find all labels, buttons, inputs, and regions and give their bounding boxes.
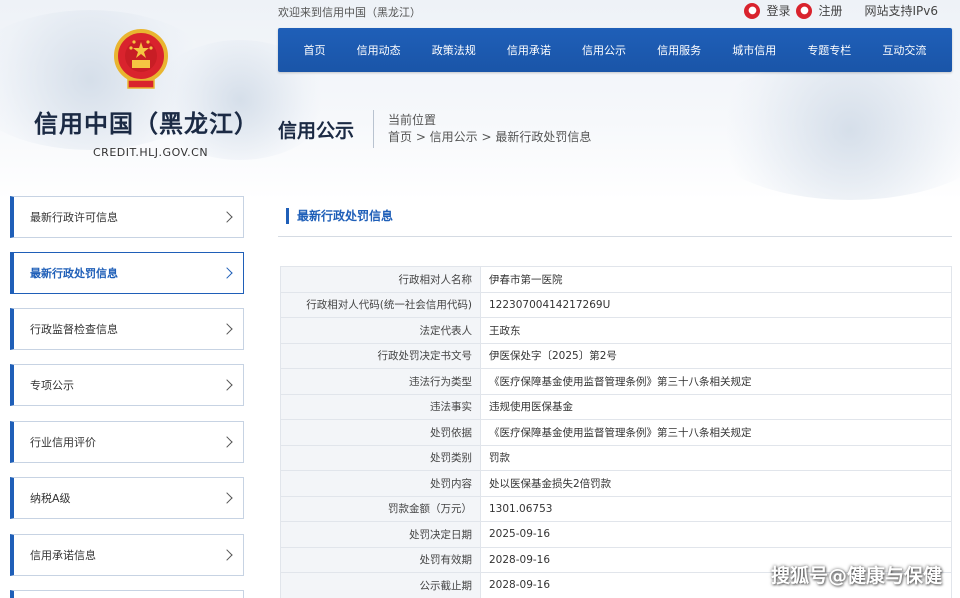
nav-item-home[interactable]: 首页: [304, 42, 326, 58]
sidebar-item-admin-license[interactable]: 最新行政许可信息: [10, 196, 244, 238]
nav-item-interaction[interactable]: 互动交流: [882, 42, 926, 58]
table-row: 处罚决定日期 2025-09-16: [280, 521, 952, 548]
section-title: 信用公示: [278, 120, 355, 142]
field-label: 处罚决定日期: [280, 521, 481, 548]
divider: [373, 110, 374, 148]
sidebar-item-label: 最新行政许可信息: [30, 211, 118, 224]
breadcrumb[interactable]: 首页 > 信用公示 > 最新行政处罚信息: [388, 128, 591, 145]
table-row: 处罚内容 处以医保基金损失2倍罚款: [280, 470, 952, 497]
table-row: 违法事实 违规使用医保基金: [280, 393, 952, 420]
table-row: 处罚依据 《医疗保障基金使用监督管理条例》第三十八条相关规定: [280, 419, 952, 446]
sidebar-item-label: 信用承诺信息: [30, 549, 96, 562]
field-value: 2025-09-16: [480, 521, 952, 548]
nav-item-city-credit[interactable]: 城市信用: [732, 42, 776, 58]
site-domain: CREDIT.HLJ.GOV.CN: [93, 146, 209, 159]
sidebar-item-label: 行业信用评价: [30, 436, 96, 449]
sidebar-item-industry-credit[interactable]: 行业信用评价: [10, 421, 244, 463]
sidebar-item-label: 最新行政处罚信息: [30, 267, 118, 280]
nav-item-policy[interactable]: 政策法规: [432, 42, 476, 58]
chevron-right-icon: [221, 211, 233, 223]
field-label: 处罚依据: [280, 419, 481, 446]
field-value: 伊春市第一医院: [480, 266, 952, 293]
divider: [278, 236, 952, 237]
sidebar-item-tax-a[interactable]: 纳税A级: [10, 477, 244, 519]
field-value: 处以医保基金损失2倍罚款: [480, 470, 952, 497]
sidebar-item-admin-penalty[interactable]: 最新行政处罚信息: [10, 252, 244, 294]
field-value: 违规使用医保基金: [480, 393, 952, 420]
table-row: 法定代表人 王政东: [280, 317, 952, 344]
field-label: 行政相对人代码(统一社会信用代码): [280, 291, 481, 318]
field-label: 罚款金额（万元）: [280, 495, 481, 522]
table-row: 行政处罚决定书文号 伊医保处字〔2025〕第2号: [280, 342, 952, 369]
field-label: 处罚内容: [280, 470, 481, 497]
field-value: 《医疗保障基金使用监督管理条例》第三十八条相关规定: [480, 419, 952, 446]
nav-item-credit-news[interactable]: 信用动态: [357, 42, 401, 58]
field-label: 公示截止期: [280, 572, 481, 598]
national-emblem-icon: [114, 29, 168, 89]
field-value: 伊医保处字〔2025〕第2号: [480, 342, 952, 369]
sidebar-item-label: 纳税A级: [30, 492, 71, 505]
sidebar-item-partial[interactable]: [10, 590, 244, 598]
login-link[interactable]: 登录: [766, 2, 790, 19]
chevron-right-icon: [221, 549, 233, 561]
position-label: 当前位置: [388, 113, 437, 127]
field-label: 处罚类别: [280, 444, 481, 471]
chevron-right-icon: [221, 436, 233, 448]
field-label: 处罚有效期: [280, 546, 481, 573]
table-row: 行政相对人代码(统一社会信用代码) 12230700414217269U: [280, 291, 952, 318]
welcome-text: 欢迎来到信用中国（黑龙江）: [278, 6, 421, 19]
field-label: 行政相对人名称: [280, 266, 481, 293]
sidebar-item-credit-commitment[interactable]: 信用承诺信息: [10, 534, 244, 576]
table-row: 行政相对人名称 伊春市第一医院: [280, 266, 952, 293]
nav-item-credit-service[interactable]: 信用服务: [657, 42, 701, 58]
sidebar-item-label: 行政监督检查信息: [30, 323, 118, 336]
table-row: 处罚类别 罚款: [280, 444, 952, 471]
nav-item-credit-commitment[interactable]: 信用承诺: [507, 42, 551, 58]
field-label: 行政处罚决定书文号: [280, 342, 481, 369]
chevron-right-icon: [221, 492, 233, 504]
field-label: 违法事实: [280, 393, 481, 420]
chevron-right-icon: [221, 323, 233, 335]
sidebar-item-supervision[interactable]: 行政监督检查信息: [10, 308, 244, 350]
table-row: 罚款金额（万元） 1301.06753: [280, 495, 952, 522]
register-link[interactable]: 注册: [818, 2, 842, 19]
sidebar-item-label: 专项公示: [30, 379, 74, 392]
field-label: 违法行为类型: [280, 368, 481, 395]
field-value: 12230700414217269U: [480, 291, 952, 318]
main-nav: 首页 信用动态 政策法规 信用承诺 信用公示 信用服务 城市信用 专题专栏 互动…: [278, 28, 952, 72]
register-icon[interactable]: ●: [796, 2, 813, 19]
field-value: 罚款: [480, 444, 952, 471]
nav-item-credit-publicity[interactable]: 信用公示: [582, 42, 626, 58]
watermark: 搜狐号@健康与保健: [770, 565, 942, 587]
chevron-right-icon: [221, 267, 233, 279]
penalty-info-table: 行政相对人名称 伊春市第一医院 行政相对人代码(统一社会信用代码) 12230700…: [280, 266, 952, 598]
field-value: 王政东: [480, 317, 952, 344]
content-title: 最新行政处罚信息: [286, 208, 393, 224]
field-value: 1301.06753: [480, 495, 952, 522]
sidebar-item-special-publicity[interactable]: 专项公示: [10, 364, 244, 406]
nav-item-special-topics[interactable]: 专题专栏: [807, 42, 851, 58]
field-label: 法定代表人: [280, 317, 481, 344]
user-icon[interactable]: ●: [744, 2, 761, 19]
ipv6-label: 网站支持IPv6: [864, 4, 938, 18]
table-row: 违法行为类型 《医疗保障基金使用监督管理条例》第三十八条相关规定: [280, 368, 952, 395]
top-links: ● 登录 ● 注册 网站支持IPv6: [744, 2, 938, 19]
site-title[interactable]: 信用中国（黑龙江）: [34, 104, 259, 139]
chevron-right-icon: [221, 379, 233, 391]
field-value: 《医疗保障基金使用监督管理条例》第三十八条相关规定: [480, 368, 952, 395]
